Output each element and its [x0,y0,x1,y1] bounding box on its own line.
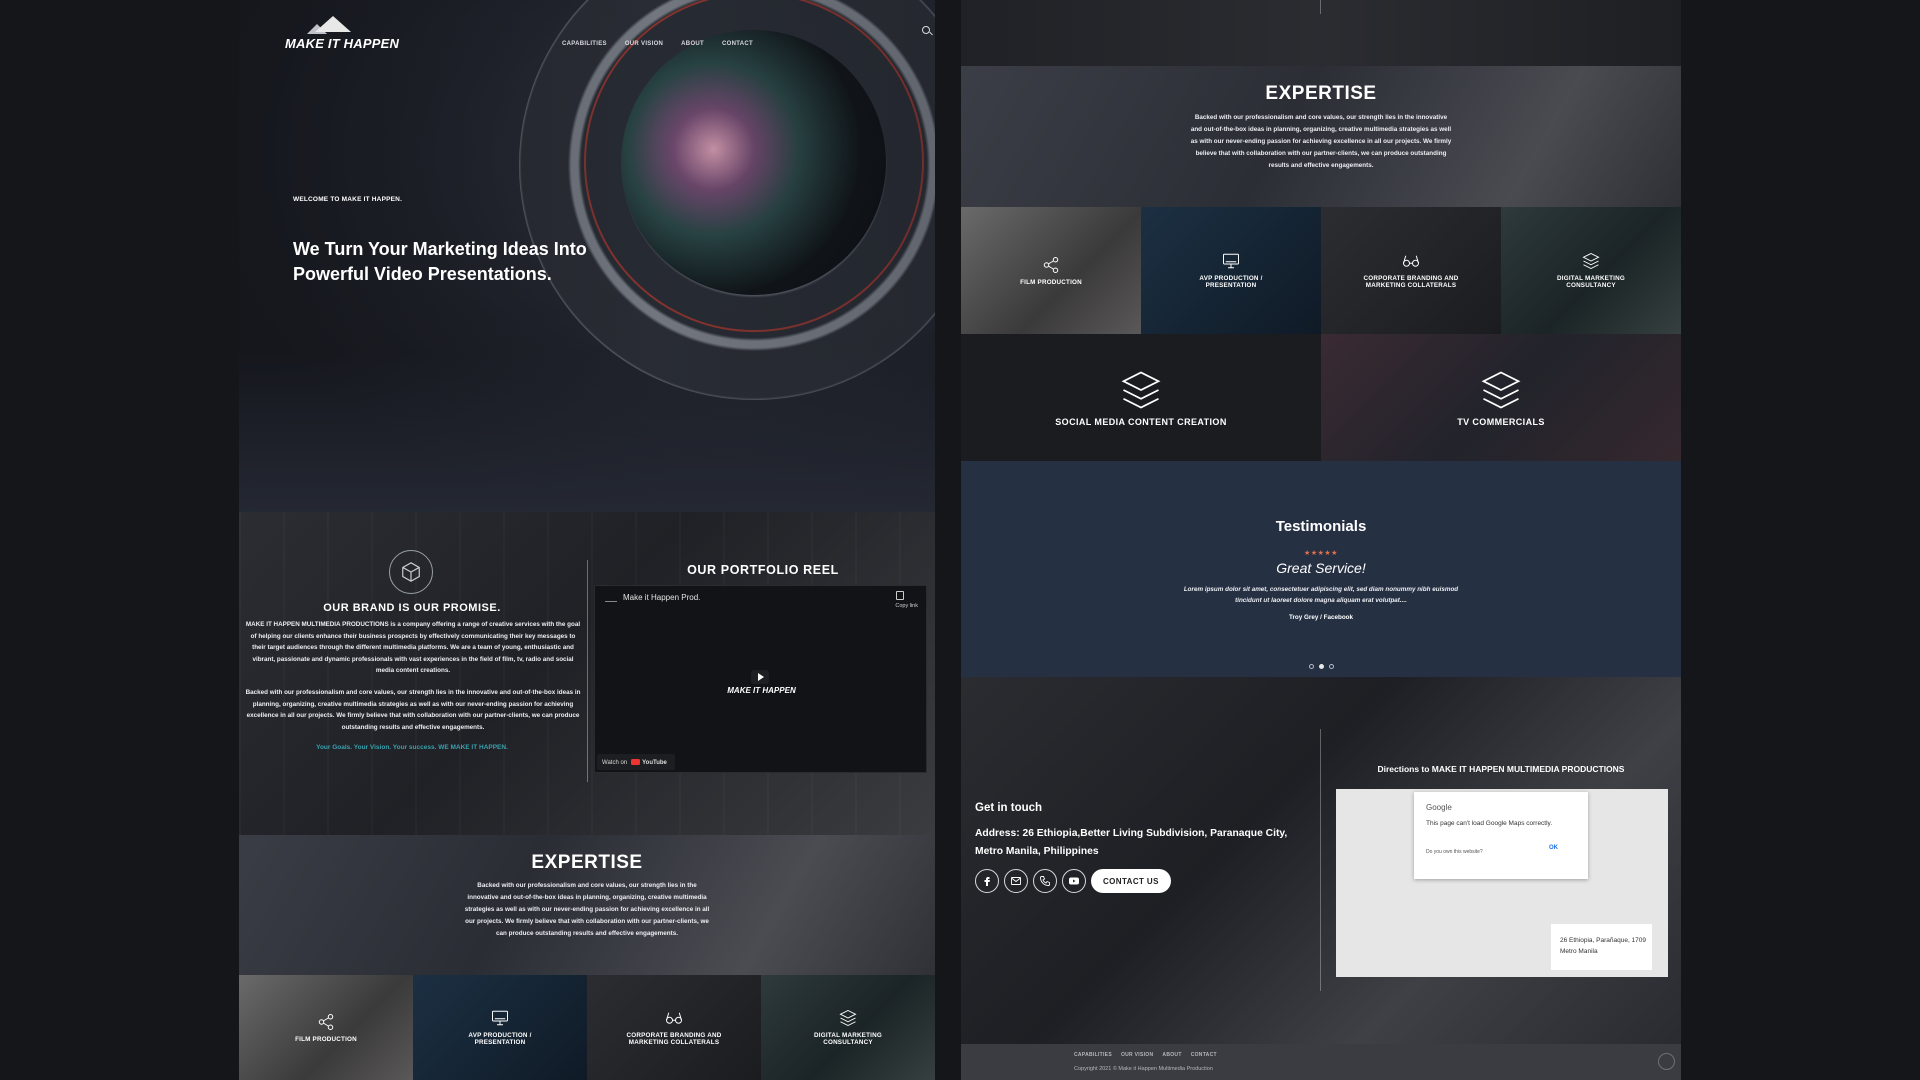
footer-link-contact[interactable]: CONTACT [1191,1052,1217,1058]
expertise-tiles-right: FILM PRODUCTION AVP PRODUCTION / PRESENT… [961,207,1681,461]
nav-about[interactable]: ABOUT [681,41,704,47]
star-rating: ★★★★★ [1304,550,1338,557]
nav-links: CAPABILITIES OUR VISION ABOUT CONTACT [562,41,753,47]
google-map[interactable]: Google This page can't load Google Maps … [1336,789,1668,977]
youtube-icon[interactable] [1062,869,1086,893]
directions-title: Directions to MAKE IT HAPPEN MULTIMEDIA … [1377,764,1625,774]
tile-film-production[interactable]: FILM PRODUCTION [239,975,413,1080]
carousel-dots [1309,664,1334,669]
map-own-site-text: Do you own this website? [1426,849,1483,855]
expertise-tiles-left: FILM PRODUCTION AVP PRODUCTION / PRESENT… [239,975,935,1080]
expertise-text: Backed with our professionalism and core… [464,882,710,937]
footer-link-our-vision[interactable]: OUR VISION [1121,1052,1153,1058]
email-icon[interactable] [1004,869,1028,893]
back-to-top-button[interactable] [1658,1053,1675,1070]
footer-copyright: Copyright 2021 © Make it Happen Multimed… [1074,1066,1213,1072]
glasses-icon [666,1012,682,1024]
layers-icon [839,1009,857,1027]
testimonial-text: Lorem ipsum dolor sit amet, consectetuer… [1183,586,1459,604]
tile-tv-commercials[interactable]: TV COMMERCIALS [1321,334,1681,461]
expertise-text: Backed with our professionalism and core… [1190,114,1452,169]
channel-avatar [605,594,617,602]
get-in-touch-heading: Get in touch [975,802,1043,814]
logo-text: MAKE IT HAPPEN [285,36,400,51]
nav-contact[interactable]: CONTACT [722,41,753,47]
carousel-dot-active[interactable] [1319,664,1324,669]
divider [587,560,588,782]
footer: CAPABILITIES OUR VISION ABOUT CONTACT Co… [961,1044,1681,1080]
youtube-icon [631,759,641,765]
glasses-icon [1403,255,1419,267]
video-channel-name[interactable]: Make it Happen Prod. [623,593,700,602]
google-logo: Google [1426,803,1452,812]
divider [1320,729,1321,991]
nav-capabilities[interactable]: CAPABILITIES [562,41,607,47]
carousel-dot[interactable] [1309,664,1314,669]
cube-icon [389,550,433,594]
layers-icon [1121,371,1161,409]
site-logo[interactable]: MAKE IT HAPPEN [285,14,399,58]
map-address-card[interactable]: 26 Ethiopia, Parañaque, 1709 Metro Manil… [1551,924,1652,970]
social-links: CONTACT US [975,869,1171,893]
expertise-title: EXPERTISE [531,852,643,873]
brand-tagline: Your Goals. Your Vision. Your success. W… [316,744,508,751]
brand-paragraph-1: MAKE IT HAPPEN MULTIMEDIA PRODUCTIONS is… [245,621,581,674]
tile-corporate-branding[interactable]: CORPORATE BRANDING AND MARKETING COLLATE… [587,975,761,1080]
share-icon [318,1013,334,1030]
homepage-screenshot-right: EXPERTISE Backed with our professionalis… [961,0,1681,1080]
youtube-embed[interactable]: Make it Happen Prod. Copy link MAKE IT H… [594,585,927,773]
address-text: Address: 26 Ethiopia,Better Living Subdi… [975,828,1288,857]
share-icon [1043,256,1059,273]
expertise-title: EXPERTISE [1265,83,1377,104]
contact-section: Get in touch Address: 26 Ethiopia,Better… [961,677,1681,1044]
testimonials-section: Testimonials ★★★★★ Great Service! Lorem … [961,461,1681,677]
hero-title: We Turn Your Marketing Ideas Into Powerf… [293,239,587,284]
brand-title: OUR BRAND IS OUR PROMISE. [323,602,501,614]
tile-film-production[interactable]: FILM PRODUCTION [961,207,1141,334]
tile-digital-marketing[interactable]: DIGITAL MARKETING CONSULTANCY [1501,207,1681,334]
top-nav: MAKE IT HAPPEN CAPABILITIES OUR VISION A… [285,14,935,54]
tile-social-media[interactable]: SOCIAL MEDIA CONTENT CREATION [961,334,1321,461]
footer-links: CAPABILITIES OUR VISION ABOUT CONTACT [1074,1052,1217,1058]
search-icon[interactable] [922,26,930,34]
map-ok-button[interactable]: OK [1549,845,1558,851]
top-image-strip [961,0,1681,66]
play-icon[interactable] [751,670,769,684]
testimonial-heading: Great Service! [1276,560,1366,576]
map-error-message: This page can't load Google Maps correct… [1426,820,1553,827]
tile-avp-production[interactable]: AVP PRODUCTION / PRESENTATION [413,975,587,1080]
portfolio-reel-title: OUR PORTFOLIO REEL [687,563,839,577]
testimonials-title: Testimonials [1275,518,1367,535]
copy-icon[interactable] [896,591,904,600]
hero-section: 85 MAKE IT HAPPEN CAPABILITIES OUR VISIO… [239,0,935,512]
brand-section: OUR BRAND IS OUR PROMISE. MAKE IT HAPPEN… [239,512,935,835]
footer-link-about[interactable]: ABOUT [1162,1052,1181,1058]
tile-avp-production[interactable]: AVP PRODUCTION / PRESENTATION [1141,207,1321,334]
copy-link-label[interactable]: Copy link [895,603,918,609]
nav-our-vision[interactable]: OUR VISION [625,41,663,47]
monitor-icon [1223,253,1239,269]
carousel-dot[interactable] [1329,664,1334,669]
tile-digital-marketing[interactable]: DIGITAL MARKETING CONSULTANCY [761,975,935,1080]
map-error-dialog: Google This page can't load Google Maps … [1414,792,1588,879]
facebook-icon[interactable] [975,869,999,893]
layers-icon [1582,252,1600,270]
video-logo-text: MAKE IT HAPPEN [727,686,796,695]
testimonial-author: Troy Grey / Facebook [1288,614,1354,621]
contact-us-button[interactable]: CONTACT US [1091,869,1171,893]
footer-link-capabilities[interactable]: CAPABILITIES [1074,1052,1112,1058]
phone-icon[interactable] [1033,869,1057,893]
layers-icon [1481,371,1521,409]
expertise-section-right: EXPERTISE Backed with our professionalis… [961,66,1681,207]
monitor-icon [492,1010,508,1026]
homepage-screenshot-left: 85 MAKE IT HAPPEN CAPABILITIES OUR VISIO… [239,0,935,1080]
expertise-section-left: EXPERTISE Backed with our professionalis… [239,835,935,975]
hero-welcome: WELCOME TO MAKE IT HAPPEN. [293,196,403,203]
brand-paragraph-2: Backed with our professionalism and core… [245,689,581,731]
tile-corporate-branding[interactable]: CORPORATE BRANDING AND MARKETING COLLATE… [1321,207,1501,334]
watch-on-youtube-button[interactable]: Watch on YouTube [597,754,675,770]
